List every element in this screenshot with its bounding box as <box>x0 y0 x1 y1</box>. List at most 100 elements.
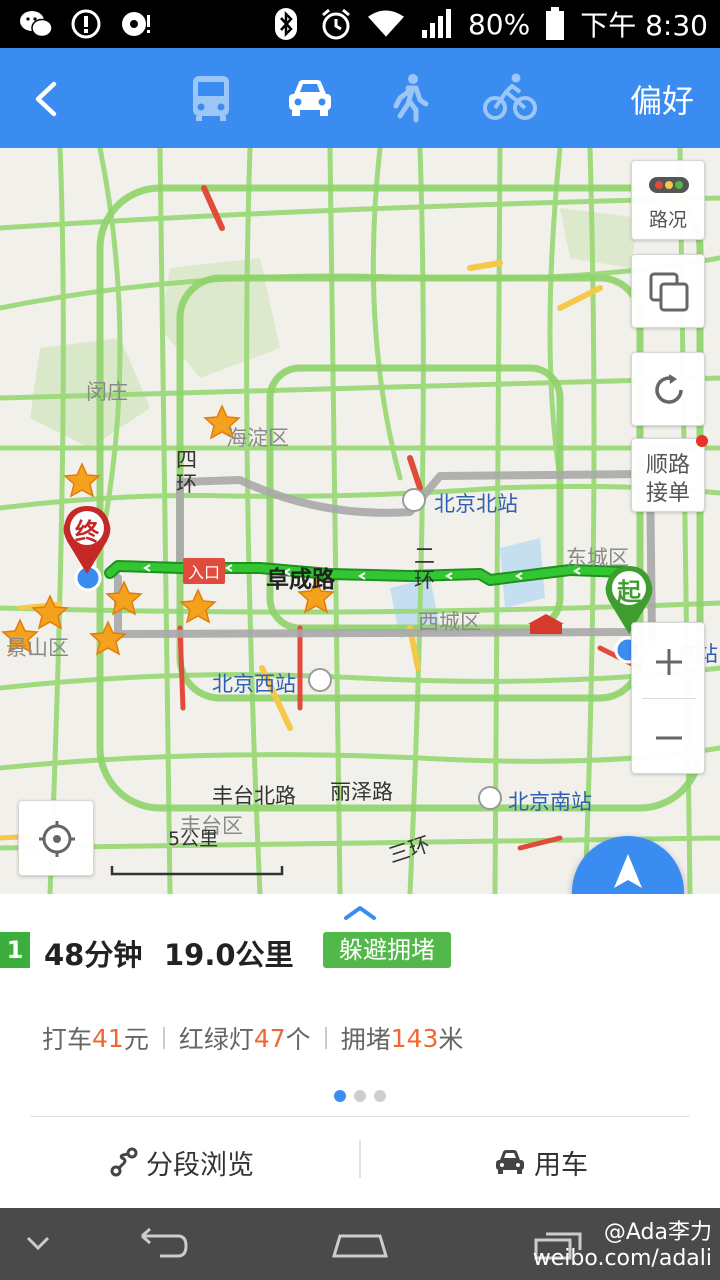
wifi-icon <box>367 6 404 42</box>
plus-icon <box>656 649 682 675</box>
label-haidian: 海淀区 <box>226 426 289 450</box>
watermark: @Ada李力 weibo.com/adali <box>533 1220 712 1272</box>
taxi-unit: 元 <box>123 1025 149 1054</box>
screen: 80% 下午 8:30 偏好 闵庄 海淀区 四 环 北京北站 东城区 阜成路 二… <box>0 0 720 1280</box>
bus-icon <box>193 76 229 121</box>
minus-icon <box>656 736 682 740</box>
label-beijing-west: 北京西站 <box>212 672 296 696</box>
back-button[interactable] <box>22 74 72 124</box>
label-beijing-north: 北京北站 <box>434 492 518 516</box>
entrance-tag: 入口 <box>183 558 226 584</box>
jam-label: 拥堵 <box>340 1025 391 1054</box>
bluetooth-icon <box>268 6 304 42</box>
home-icon <box>331 1234 389 1258</box>
taxi-value: 41 <box>92 1023 124 1053</box>
app-header: 偏好 <box>0 48 720 148</box>
zoom-in-button[interactable] <box>632 623 706 699</box>
label-xicheng: 西城区 <box>418 610 481 634</box>
expand-sheet-button[interactable] <box>340 902 380 922</box>
segment-browse-button[interactable]: 分段浏览 <box>110 1140 254 1184</box>
scale-label: 5公里 <box>168 828 219 850</box>
chevron-up-icon <box>344 906 376 920</box>
mode-walk-button[interactable] <box>382 70 438 126</box>
chevron-down-icon <box>26 1236 50 1251</box>
label-fengtai-north-rd: 丰台北路 <box>212 784 296 808</box>
route-sheet: 1 48分钟 19.0公里 躲避拥堵 打车 41 元 红绿灯 47 个 拥堵 1… <box>0 894 720 1208</box>
walk-icon <box>393 74 429 123</box>
sheet-divider <box>30 1116 690 1117</box>
lights-unit: 个 <box>285 1025 311 1054</box>
map-view[interactable]: 闵庄 海淀区 四 环 北京北站 东城区 阜成路 二 环 西城区 景山区 北京西站… <box>0 148 720 894</box>
back-chevron-icon <box>35 81 57 117</box>
page-dot <box>334 1090 346 1102</box>
car-icon <box>496 1150 524 1174</box>
mode-bike-button[interactable] <box>482 70 538 126</box>
page-dot <box>354 1090 366 1102</box>
layers-button[interactable] <box>631 254 705 328</box>
lights-value: 47 <box>253 1023 286 1053</box>
carpool-label-2: 接单 <box>645 481 690 506</box>
traffic-label: 路况 <box>648 209 687 231</box>
end-marker[interactable]: 终 <box>60 504 114 576</box>
page-indicator <box>334 1090 386 1102</box>
stats-separator <box>162 1027 165 1049</box>
page-dot <box>374 1090 386 1102</box>
mode-car-button[interactable] <box>282 70 338 126</box>
route-summary[interactable]: 1 48分钟 19.0公里 躲避拥堵 <box>0 932 720 972</box>
system-back-button[interactable] <box>130 1226 190 1262</box>
route-duration: 48分钟 <box>44 938 143 972</box>
route-segments-icon <box>110 1147 138 1177</box>
music-disc-icon <box>118 6 154 42</box>
navigation-arrow-icon <box>614 854 642 888</box>
notification-dot <box>696 435 708 447</box>
preference-button[interactable]: 偏好 <box>630 76 694 122</box>
use-car-button[interactable]: 用车 <box>494 1140 588 1184</box>
status-bar: 80% 下午 8:30 <box>0 0 720 48</box>
label-shijingshan: 景山区 <box>6 636 69 660</box>
taxi-label: 打车 <box>42 1025 93 1054</box>
lights-label: 红绿灯 <box>178 1025 254 1054</box>
clock-time: 下午 8:30 <box>580 9 708 42</box>
label-lize-rd: 丽泽路 <box>330 780 393 804</box>
zoom-out-button[interactable] <box>632 699 706 775</box>
route-actions: 分段浏览 用车 <box>0 1118 720 1208</box>
locate-button[interactable] <box>18 800 94 876</box>
traffic-button[interactable]: 路况 <box>631 160 705 240</box>
signal-icon <box>418 6 454 42</box>
back-arrow-icon <box>141 1227 188 1258</box>
label-fuchenglu: 阜成路 <box>266 567 335 593</box>
label-beijing-south: 北京南站 <box>508 790 592 814</box>
watermark-line-2: weibo.com/adali <box>532 1246 712 1271</box>
stats-separator <box>324 1027 327 1049</box>
hide-keyboard-button[interactable] <box>18 1226 78 1262</box>
traffic-light-icon <box>649 177 689 193</box>
system-home-button[interactable] <box>330 1226 390 1262</box>
bike-icon <box>483 73 537 120</box>
zoom-control <box>631 622 705 774</box>
jam-value: 143 <box>390 1023 439 1053</box>
layers-icon <box>649 272 689 312</box>
alarm-clean-icon <box>68 6 104 42</box>
carpool-button[interactable]: 顺路 接单 <box>631 435 708 512</box>
mode-bus-button[interactable] <box>183 70 239 126</box>
end-marker-label: 终 <box>75 518 99 546</box>
alarm-clock-icon <box>318 6 354 42</box>
route-tag-badge: 躲避拥堵 <box>323 932 451 968</box>
battery-percent: 80% <box>467 7 531 41</box>
refresh-button[interactable] <box>631 352 705 426</box>
start-marker-label: 起 <box>617 578 641 606</box>
battery-icon <box>544 6 566 42</box>
label-ring2-b: 环 <box>414 568 435 592</box>
car-icon <box>289 80 331 116</box>
watermark-line-1: @Ada李力 <box>603 1220 712 1245</box>
label-minzhuang: 闵庄 <box>86 380 128 404</box>
jam-unit: 米 <box>438 1025 464 1054</box>
route-distance: 19.0公里 <box>164 938 294 972</box>
actions-separator <box>359 1140 361 1178</box>
route-index-badge: 1 <box>0 932 30 968</box>
label-ring4-b: 环 <box>176 472 197 496</box>
route-stats: 打车 41 元 红绿灯 47 个 拥堵 143 米 <box>42 1020 463 1056</box>
segment-browse-label: 分段浏览 <box>146 1149 254 1181</box>
refresh-icon <box>655 374 683 404</box>
wechat-icon <box>18 6 54 42</box>
